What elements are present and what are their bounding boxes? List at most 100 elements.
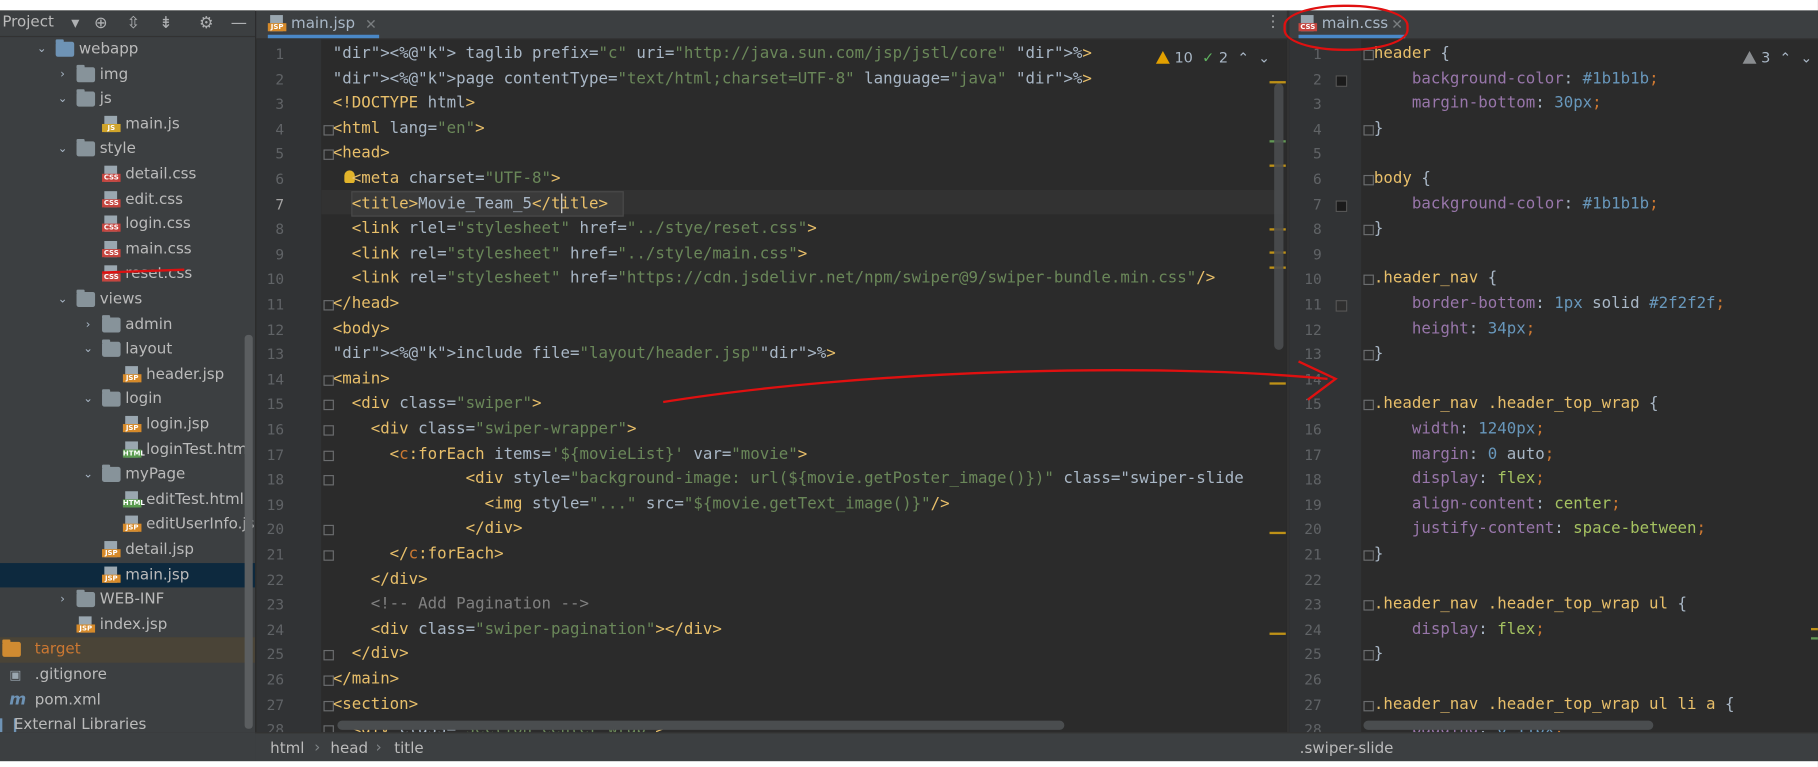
code-line[interactable]: <img style="..." src="${movie.getText_im… — [333, 492, 950, 517]
code-line[interactable]: } — [1374, 542, 1383, 567]
tree-item[interactable]: CSS main.css — [0, 237, 255, 262]
tree-item[interactable]: › img — [0, 62, 255, 87]
left-inspection-widget[interactable]: 10 ✓ 2 ⌃ ⌄ — [1155, 49, 1270, 66]
close-icon[interactable]: ✕ — [365, 10, 377, 38]
fold-marker-icon[interactable] — [323, 475, 334, 486]
fold-marker-icon[interactable] — [323, 300, 334, 311]
tree-item[interactable]: CSS reset.css — [0, 262, 255, 287]
code-line[interactable]: border-bottom: 1px solid #2f2f2f; — [1374, 292, 1725, 317]
fold-marker-icon[interactable] — [1363, 174, 1374, 186]
tree-item[interactable]: ⌄ myPage — [0, 462, 255, 487]
tree-item[interactable]: JSP editUserInfo.jsp — [0, 513, 255, 538]
tree-item[interactable]: HTML loginTest.html — [0, 437, 255, 462]
right-inspection-widget[interactable]: 3 ⌃ ⌄ — [1742, 49, 1812, 66]
tab-menu-icon[interactable]: ⋮ — [1265, 13, 1281, 32]
fold-marker-icon[interactable] — [323, 650, 334, 661]
code-line[interactable]: </main> — [333, 667, 399, 692]
fold-marker-icon[interactable] — [1363, 600, 1374, 611]
right-horizontal-scrollbar[interactable] — [1363, 720, 1654, 730]
expand-all-icon[interactable]: ⇳ — [123, 13, 144, 34]
code-line[interactable]: <head> — [333, 142, 390, 167]
chevron-down-icon[interactable]: ⌄ — [56, 87, 70, 112]
tree-item[interactable]: JSP header.jsp — [0, 362, 255, 387]
tree-item[interactable]: CSS detail.css — [0, 162, 255, 187]
fold-marker-icon[interactable] — [323, 525, 334, 536]
tree-item[interactable]: CSS login.css — [0, 212, 255, 237]
tree-item[interactable]: HTML editTest.html — [0, 488, 255, 513]
fold-marker-icon[interactable] — [323, 725, 334, 733]
fold-marker-icon[interactable] — [323, 400, 334, 411]
code-line[interactable]: .header_nav { — [1374, 267, 1497, 292]
tree-item[interactable]: JSP detail.jsp — [0, 538, 255, 563]
chevron-down-icon[interactable]: ⌄ — [81, 387, 95, 412]
code-line[interactable]: </head> — [333, 292, 399, 317]
fold-marker-icon[interactable] — [1363, 400, 1374, 411]
tree-item[interactable]: › admin — [0, 312, 255, 337]
tree-item[interactable]: CSS edit.css — [0, 187, 255, 212]
hide-icon[interactable]: — — [228, 13, 249, 34]
code-line[interactable]: </div> — [333, 517, 523, 542]
code-line[interactable]: <link rlel="stylesheet" href="../stye/re… — [333, 217, 817, 242]
code-line[interactable]: </div> — [333, 567, 428, 592]
left-horizontal-scrollbar[interactable] — [337, 720, 1065, 730]
code-line[interactable]: display: flex; — [1374, 467, 1545, 492]
code-line[interactable]: "dir"><%@"k">page contentType="text/html… — [333, 67, 1092, 92]
code-line[interactable]: width: 1240px; — [1374, 417, 1545, 442]
code-line[interactable]: <div class="swiper-pagination"></div> — [333, 617, 722, 642]
chevron-up-icon[interactable]: ⌃ — [1237, 50, 1249, 66]
code-line[interactable]: <!-- Add Pagination --> — [333, 592, 589, 617]
code-line[interactable]: .header_nav .header_top_wrap { — [1374, 392, 1659, 417]
fold-marker-icon[interactable] — [1363, 700, 1374, 711]
fold-marker-icon[interactable] — [1363, 124, 1374, 136]
code-line[interactable]: margin-bottom: 30px; — [1374, 92, 1602, 117]
code-line[interactable]: display: flex; — [1374, 617, 1545, 642]
fold-marker-icon[interactable] — [323, 149, 334, 161]
code-line[interactable]: height: 34px; — [1374, 317, 1535, 342]
code-line[interactable]: } — [1374, 642, 1383, 667]
code-line[interactable]: </c:forEach> — [333, 542, 504, 567]
chevron-up-icon[interactable]: ⌃ — [1780, 50, 1792, 66]
code-line[interactable]: background-color: #1b1b1b; — [1374, 192, 1659, 217]
crosshair-icon[interactable]: ⊕ — [90, 13, 111, 34]
code-line[interactable]: .header_nav .header_top_wrap ul li a { — [1374, 692, 1735, 717]
code-line[interactable]: <body> — [333, 317, 390, 342]
tree-item[interactable]: › WEB-INF — [0, 588, 255, 613]
tree-item[interactable]: JS main.js — [0, 112, 255, 137]
tree-item[interactable]: ⌄ js — [0, 87, 255, 112]
fold-marker-icon[interactable] — [323, 550, 334, 561]
tree-item[interactable]: ⌄ layout — [0, 337, 255, 362]
code-line[interactable]: <div style="background-image: url(${movi… — [333, 467, 1244, 492]
code-line[interactable]: <div class="swiper"> — [333, 392, 542, 417]
code-line[interactable]: "dir"><%@"k"> taglib prefix="c" uri="htt… — [333, 42, 1092, 67]
code-line[interactable]: } — [1374, 217, 1383, 242]
fold-marker-icon[interactable] — [323, 450, 334, 461]
tree-item[interactable]: ⌄ webapp — [0, 37, 255, 62]
fold-marker-icon[interactable] — [323, 675, 334, 686]
code-line[interactable]: <main> — [333, 367, 390, 392]
left-vertical-scrollbar[interactable] — [1274, 83, 1284, 350]
code-line[interactable]: <div class="swiper-wrapper"> — [333, 417, 637, 442]
chevron-right-icon[interactable]: › — [56, 588, 70, 613]
tree-item[interactable]: target — [0, 637, 256, 663]
fold-marker-icon[interactable] — [323, 124, 334, 136]
code-line[interactable]: } — [1374, 117, 1383, 142]
code-line[interactable]: align-content: center; — [1374, 492, 1621, 517]
dropdown-icon[interactable]: ▾ — [65, 13, 86, 34]
code-line[interactable]: <c:forEach items='${movieList}' var="mov… — [333, 442, 808, 467]
tree-item[interactable]: ⌄ style — [0, 137, 255, 162]
chevron-down-icon[interactable]: ⌄ — [56, 137, 70, 162]
tree-item[interactable]: External Libraries — [0, 713, 255, 733]
code-line[interactable]: justify-content: space-between; — [1374, 517, 1706, 542]
fold-marker-icon[interactable] — [1363, 224, 1374, 236]
code-line[interactable]: <section> — [333, 692, 418, 717]
chevron-right-icon[interactable]: › — [81, 312, 95, 337]
breadcrumb-head[interactable]: head — [330, 740, 368, 757]
tree-item[interactable]: JSP main.jsp — [0, 562, 256, 588]
tree-item[interactable]: m pom.xml — [0, 688, 255, 713]
chevron-down-icon[interactable]: ⌄ — [81, 337, 95, 362]
code-line[interactable]: margin: 0 auto; — [1374, 442, 1554, 467]
tree-item[interactable]: ⌄ views — [0, 287, 255, 312]
code-line[interactable]: background-color: #1b1b1b; — [1374, 67, 1659, 92]
fold-marker-icon[interactable] — [1363, 650, 1374, 661]
code-line[interactable]: } — [1374, 342, 1383, 367]
